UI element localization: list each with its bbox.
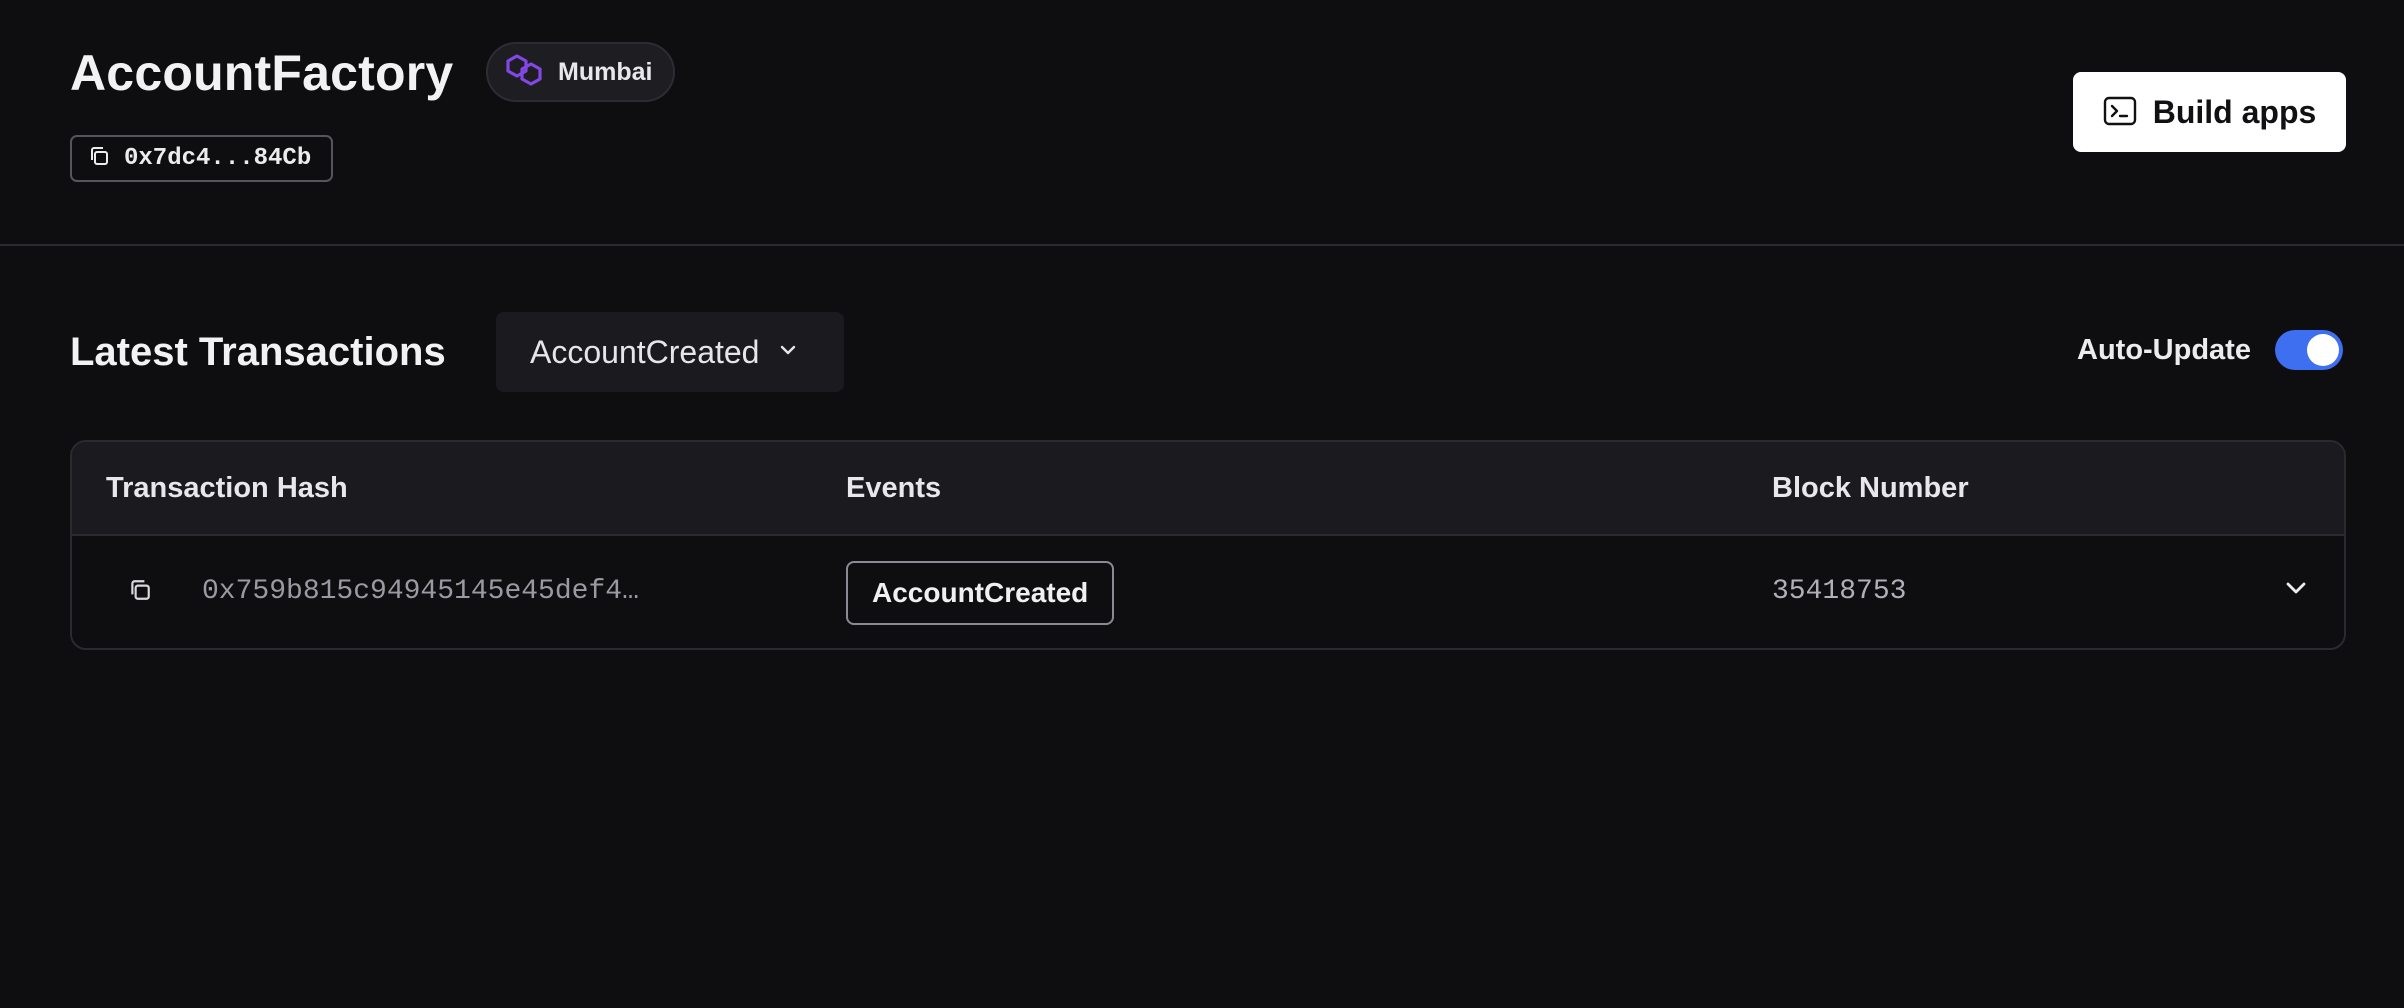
copy-icon [88,145,110,172]
contract-address-copy[interactable]: 0x7dc4...84Cb [70,135,333,182]
build-apps-button[interactable]: Build apps [2073,72,2346,152]
copy-hash-button[interactable] [122,574,158,610]
chain-name: Mumbai [558,57,653,86]
polygon-logo-icon [504,52,544,93]
section-title: Latest Transactions [70,330,446,374]
contract-address: 0x7dc4...84Cb [124,145,312,172]
column-header-events: Events [846,472,942,504]
build-apps-label: Build apps [2152,93,2317,130]
event-badge: AccountCreated [846,561,1115,625]
auto-update-toggle[interactable] [2274,330,2343,370]
expand-row-button[interactable] [2278,572,2314,608]
table-header: Transaction Hash Events Block Number [72,442,2344,536]
transaction-hash[interactable]: 0x759b815c94945145e45def4… [202,576,639,607]
chevron-down-icon [2285,581,2307,600]
toggle-knob [2306,334,2339,366]
copy-icon [128,578,152,607]
event-filter-select[interactable]: AccountCreated [496,312,844,392]
auto-update-label: Auto-Update [2077,333,2251,366]
column-header-block: Block Number [1772,472,1969,504]
contract-header: AccountFactory Mumbai 0x7dc4...84Cb Buil… [0,0,2404,246]
transactions-header: Latest Transactions AccountCreated Auto-… [0,310,2404,392]
event-filter-value: AccountCreated [530,333,760,370]
table-row[interactable]: 0x759b815c94945145e45def4… AccountCreate… [72,536,2344,648]
terminal-icon [2103,96,2137,129]
auto-update-control: Auto-Update [2077,330,2343,370]
chevron-down-icon [779,343,797,361]
transactions-table: Transaction Hash Events Block Number 0x7… [70,440,2346,650]
block-number: 35418753 [1772,576,1907,607]
column-header-hash: Transaction Hash [106,472,348,504]
chain-badge[interactable]: Mumbai [486,42,675,102]
page-title: AccountFactory [70,45,454,101]
